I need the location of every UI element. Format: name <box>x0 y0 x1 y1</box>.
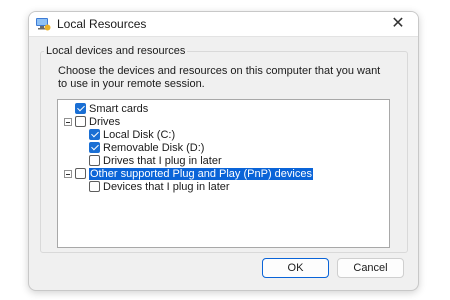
drives-later-checkbox[interactable] <box>89 155 100 166</box>
pnp-collapse-icon[interactable] <box>64 170 72 178</box>
resources-tree[interactable]: Smart cards Drives Local Disk (C:) Remov… <box>57 99 390 248</box>
monitor-icon <box>36 18 51 31</box>
drives-collapse-icon[interactable] <box>64 118 72 126</box>
group-label: Local devices and resources <box>44 45 188 57</box>
tree-item-drives[interactable]: Drives <box>75 115 120 128</box>
tree-item-pnp-devices[interactable]: Other supported Plug and Play (PnP) devi… <box>75 167 313 180</box>
tree-item-label: Drives <box>89 115 121 128</box>
title-separator <box>29 36 418 37</box>
tree-item-label: Devices that I plug in later <box>103 180 230 193</box>
pnp-checkbox[interactable] <box>75 168 86 179</box>
window-title: Local Resources <box>57 17 147 31</box>
ok-button[interactable]: OK <box>262 258 329 278</box>
tree-item-smart-cards[interactable]: Smart cards <box>75 102 148 115</box>
local-disk-checkbox[interactable] <box>89 129 100 140</box>
tree-item-label: Removable Disk (D:) <box>103 141 205 154</box>
removable-disk-checkbox[interactable] <box>89 142 100 153</box>
tree-item-label-selected: Other supported Plug and Play (PnP) devi… <box>89 167 313 180</box>
cancel-button[interactable]: Cancel <box>337 258 404 278</box>
tree-item-label: Local Disk (C:) <box>103 128 176 141</box>
tree-item-devices-later[interactable]: Devices that I plug in later <box>89 180 230 193</box>
close-button[interactable]: ✕ <box>386 12 410 36</box>
devices-later-checkbox[interactable] <box>89 181 100 192</box>
group-description: Choose the devices and resources on this… <box>58 65 381 90</box>
tree-item-drives-later[interactable]: Drives that I plug in later <box>89 154 222 167</box>
tree-item-removable-disk[interactable]: Removable Disk (D:) <box>89 141 204 154</box>
title-bar: Local Resources ✕ <box>29 12 418 36</box>
close-icon: ✕ <box>391 15 405 32</box>
tree-item-label: Smart cards <box>89 102 149 115</box>
smart-cards-checkbox[interactable] <box>75 103 86 114</box>
drives-checkbox[interactable] <box>75 116 86 127</box>
tree-item-local-disk[interactable]: Local Disk (C:) <box>89 128 175 141</box>
tree-item-label: Drives that I plug in later <box>103 154 222 167</box>
